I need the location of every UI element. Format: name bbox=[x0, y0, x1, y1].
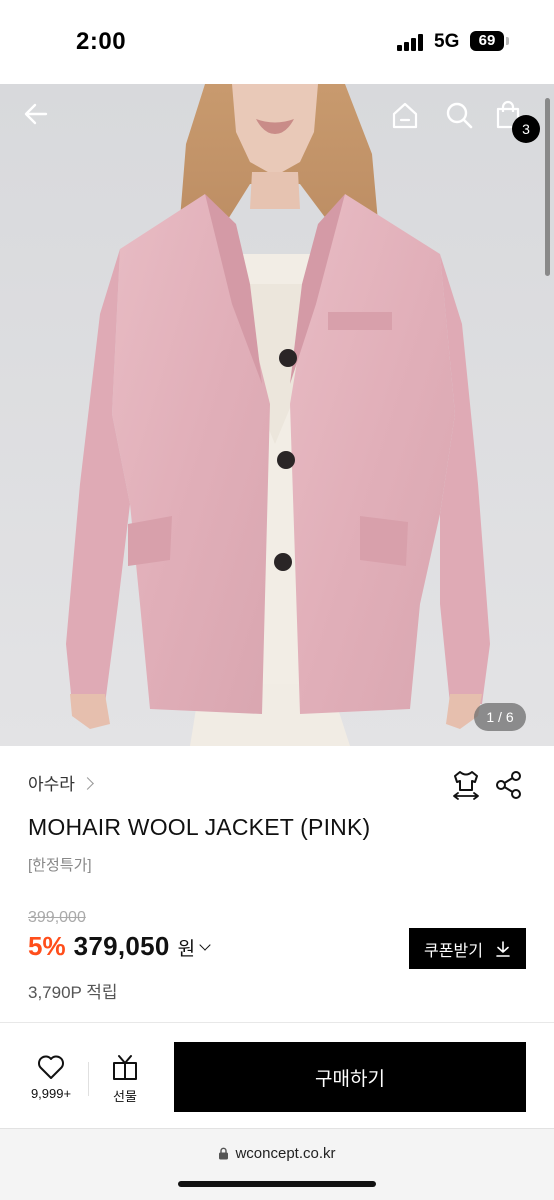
download-icon bbox=[496, 940, 510, 957]
chevron-down-icon bbox=[199, 939, 211, 951]
home-button[interactable] bbox=[390, 100, 430, 140]
search-button[interactable] bbox=[444, 100, 484, 140]
currency-label: 원 bbox=[177, 939, 196, 960]
price-row: 5% 379,050 원 bbox=[28, 931, 211, 962]
product-name: MOHAIR WOOL JACKET (PINK) bbox=[28, 814, 371, 840]
size-guide-button[interactable] bbox=[449, 768, 483, 802]
discount-rate: 5% bbox=[28, 931, 66, 961]
gift-label: 선물 bbox=[113, 1089, 137, 1104]
action-separator bbox=[88, 1062, 89, 1096]
home-icon bbox=[392, 102, 418, 129]
divider bbox=[0, 1022, 554, 1023]
home-indicator bbox=[178, 1181, 376, 1187]
coupon-button[interactable]: 쿠폰받기 bbox=[409, 928, 526, 969]
battery-tip bbox=[506, 37, 509, 45]
url-row: wconcept.co.kr bbox=[0, 1145, 554, 1162]
network-label: 5G bbox=[434, 31, 460, 52]
share-button[interactable] bbox=[492, 768, 526, 802]
back-button[interactable] bbox=[22, 100, 62, 140]
heart-icon bbox=[38, 1055, 64, 1079]
promo-tag: [한정특가] bbox=[28, 857, 92, 874]
browser-url-bar[interactable]: wconcept.co.kr bbox=[0, 1128, 554, 1200]
like-count: 9,999+ bbox=[30, 1086, 72, 1101]
battery-icon: 69 bbox=[470, 31, 504, 51]
buy-button[interactable]: 구매하기 bbox=[174, 1042, 526, 1112]
scroll-indicator bbox=[545, 98, 550, 276]
sale-price: 379,050 bbox=[73, 931, 170, 961]
original-price: 399,000 bbox=[28, 909, 86, 926]
price-detail-toggle[interactable]: 원 bbox=[177, 934, 211, 961]
brand-link[interactable]: 아수라 bbox=[28, 770, 94, 795]
back-arrow-icon bbox=[24, 103, 48, 125]
status-bar: 2:00 5G 69 bbox=[0, 0, 554, 84]
gift-button[interactable]: 선물 bbox=[102, 1054, 148, 1105]
signal-icon bbox=[397, 33, 427, 51]
coupon-label: 쿠폰받기 bbox=[424, 942, 483, 960]
size-guide-shirt-icon bbox=[453, 771, 479, 800]
share-icon bbox=[496, 771, 521, 799]
product-image[interactable]: 1 / 6 bbox=[0, 84, 554, 746]
cart-count-badge: 3 bbox=[512, 115, 540, 143]
gift-icon bbox=[113, 1055, 137, 1080]
lock-icon bbox=[219, 1147, 229, 1160]
image-pager: 1 / 6 bbox=[474, 703, 526, 731]
search-icon bbox=[446, 102, 473, 129]
jacket-photo bbox=[0, 84, 554, 746]
chevron-right-icon bbox=[81, 776, 94, 790]
brand-name: 아수라 bbox=[28, 775, 75, 794]
like-button[interactable]: 9,999+ bbox=[24, 1054, 78, 1101]
status-time: 2:00 bbox=[76, 28, 127, 55]
reward-points: 3,790P 적립 bbox=[28, 983, 118, 1002]
url-text: wconcept.co.kr bbox=[235, 1145, 336, 1162]
